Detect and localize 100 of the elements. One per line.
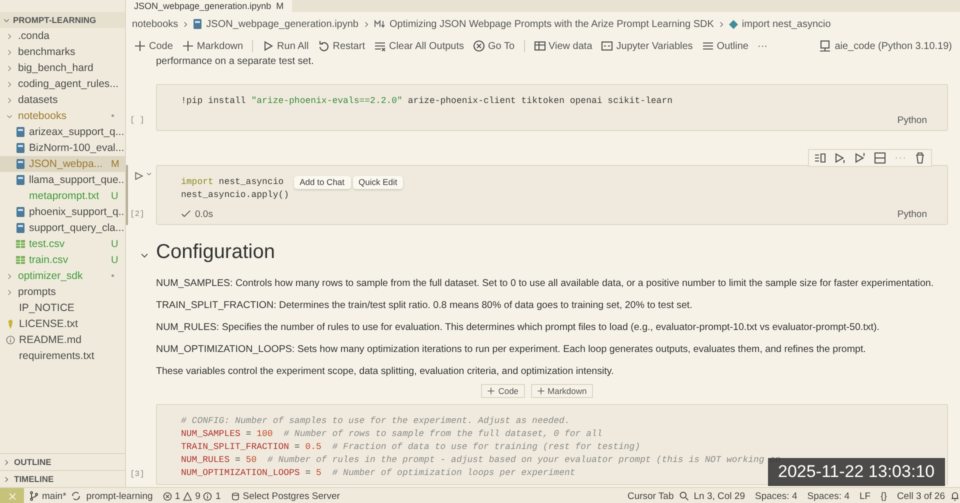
file-item[interactable]: IP_NOTICE [0, 300, 125, 316]
play-icon [262, 40, 274, 52]
split-icon [814, 152, 826, 164]
branch-button[interactable]: main* [24, 490, 72, 502]
toolbar-button[interactable]: View data [534, 40, 592, 52]
file-item[interactable]: BizNorm-100_eval... [0, 140, 125, 156]
code-line: nest_asyncio.apply() [181, 190, 290, 200]
toolbar-button[interactable]: Markdown [182, 40, 244, 52]
chevron-right-icon [3, 458, 10, 466]
chevron-right-icon [6, 96, 13, 104]
status-item[interactable]: Cursor Tab [622, 490, 679, 502]
run-above-icon [834, 152, 846, 164]
execution-count: [3] [130, 470, 144, 479]
hint-chip[interactable]: Quick Edit [352, 176, 404, 189]
file-item[interactable]: LICENSE.txt [0, 316, 125, 332]
split-cell-icon [874, 152, 886, 164]
database-icon [230, 492, 240, 500]
panel-header[interactable]: OUTLINE [0, 453, 125, 470]
toolbar-button[interactable]: Code [134, 40, 173, 52]
spreadsheet-icon [16, 239, 25, 249]
folder-item[interactable]: .conda [0, 28, 125, 44]
database-button[interactable]: Select Postgres Server [226, 490, 345, 502]
status-item[interactable]: LF [854, 490, 876, 502]
kernel-picker[interactable]: aie_code (Python 3.10.19) [834, 40, 952, 52]
code-line: NUM_RULES = 50 # Number of rules in the prompt - adjust based on your evaluator prompt (this is NOT working on [181, 455, 781, 465]
language-label[interactable]: Python [897, 208, 927, 220]
file-item[interactable]: requirements.txt [0, 348, 125, 364]
section-heading: Configuration [156, 241, 276, 264]
toolbar-button[interactable]: Outline [702, 40, 748, 52]
file-item[interactable]: arizeax_support_q... [0, 124, 125, 140]
code-line: # CONFIG: Number of samples to use for the experiment. Adjust as needed. [181, 416, 570, 426]
check-icon [181, 209, 191, 219]
warning-icon [183, 492, 192, 500]
plus-icon [134, 40, 146, 52]
file-item[interactable]: phoenix_support_q... [0, 204, 125, 220]
explorer-header[interactable]: PROMPT-LEARNING [0, 12, 125, 28]
add-cell-button[interactable]: Code [481, 384, 525, 398]
breadcrumb[interactable]: JSON_webpage_generation.ipynb [206, 18, 358, 30]
project-title: PROMPT-LEARNING [13, 15, 96, 25]
folder-item[interactable]: benchmarks [0, 44, 125, 60]
folder-item[interactable]: coding_agent_rules... [0, 76, 125, 92]
execution-count: [2] [130, 210, 144, 219]
status-item[interactable]: Spaces: 4 [802, 490, 854, 502]
target-icon [473, 40, 486, 52]
folder-item[interactable]: big_bench_hard [0, 60, 125, 76]
file-item[interactable]: llama_support_que... [0, 172, 125, 188]
file-item[interactable]: README.md [0, 332, 125, 348]
breadcrumb[interactable]: notebooks [132, 18, 178, 30]
notebook-icon [16, 127, 25, 137]
editor-tab[interactable]: JSON_webpage_generation.ipynb M [126, 0, 292, 12]
kernel-icon [818, 40, 831, 52]
list-icon [702, 40, 714, 52]
branch-icon [29, 491, 39, 501]
chevron-right-icon [6, 80, 13, 88]
notebook-icon [16, 175, 25, 185]
breadcrumb[interactable]: Optimizing JSON Webpage Prompts with the Arize Prompt Learning SDK [390, 18, 714, 30]
toolbar-button[interactable]: Jupyter Variables [601, 40, 693, 52]
toolbar-button[interactable]: Restart [318, 40, 365, 52]
paragraph: NUM_RULES: Specifies the number of rules to use for evaluation. This determines which prompt files to load (e.g., evaluator-prompt-10.txt vs evaluator-prompt-50.txt). [156, 322, 880, 334]
status-item[interactable]: Ln 3, Col 29 [688, 490, 750, 502]
file-item[interactable]: support_query_cla... [0, 220, 125, 236]
hint-chip[interactable]: Add to Chat [294, 176, 351, 189]
clear-icon [374, 40, 386, 52]
problems-button[interactable]: 1 9 1 [158, 490, 226, 502]
chevron-right-icon [6, 272, 13, 280]
code-cell[interactable] [156, 404, 948, 485]
status-item[interactable]: Cell 3 of 26 [892, 490, 950, 502]
chevron-right-icon [6, 288, 13, 296]
code-line: NUM_OPTIMIZATION_LOOPS = 5 # Number of optimization loops per experiment [181, 468, 576, 478]
add-cell-button[interactable]: Markdown [530, 384, 593, 398]
chevron-down-icon [3, 16, 10, 24]
code-cell[interactable]: import nest_asyncio Add to Chat Quick Edit nest_asyncio.apply() 0.0s Python [156, 165, 948, 225]
restart-icon [318, 40, 330, 52]
project-name[interactable]: prompt-learning [81, 490, 158, 502]
plus-icon [536, 387, 545, 395]
trash-icon [914, 152, 926, 164]
notebook-icon [16, 159, 25, 169]
status-item[interactable]: Spaces: 4 [750, 490, 802, 502]
chevron-right-icon [3, 476, 10, 482]
paragraph: NUM_OPTIMIZATION_LOOPS: Sets how many optimization iterations to run per experiment. Each loop generates outputs, evaluates them, and refines the prompt. [156, 344, 867, 356]
chevron-right-icon [6, 32, 13, 40]
chevron-down-icon [6, 112, 13, 120]
chevron-right-icon [718, 20, 725, 28]
folder-item[interactable]: datasets [0, 92, 125, 108]
table-icon [534, 40, 546, 52]
run-duration: 0.0s [195, 208, 213, 220]
notebook-icon [16, 143, 25, 153]
markdown-icon [374, 20, 386, 28]
toolbar-button[interactable]: ··· [757, 40, 768, 52]
paragraph: NUM_SAMPLES: Controls how many rows to sample from the full dataset. Set to 0 to use all available data, or a positive number to limit the sample size for faster experimentation. [156, 278, 935, 290]
sync-icon [71, 491, 82, 501]
breadcrumb[interactable]: import nest_asyncio [742, 18, 831, 30]
toolbar-button[interactable]: Clear All Outputs [374, 40, 464, 52]
cut-off-text: performance on a separate test set. [155, 56, 315, 68]
language-label[interactable]: Python [897, 114, 927, 126]
toolbar-button[interactable]: Go To [473, 40, 515, 52]
folder-item[interactable]: prompts [0, 284, 125, 300]
status-item[interactable]: {} [876, 490, 892, 502]
toolbar-button[interactable]: Run All [262, 40, 309, 52]
code-cell[interactable]: !pip install "arize-phoenix-evals==2.2.0" arize-phoenix-client tiktoken openai scikit-learn Python [156, 84, 948, 131]
